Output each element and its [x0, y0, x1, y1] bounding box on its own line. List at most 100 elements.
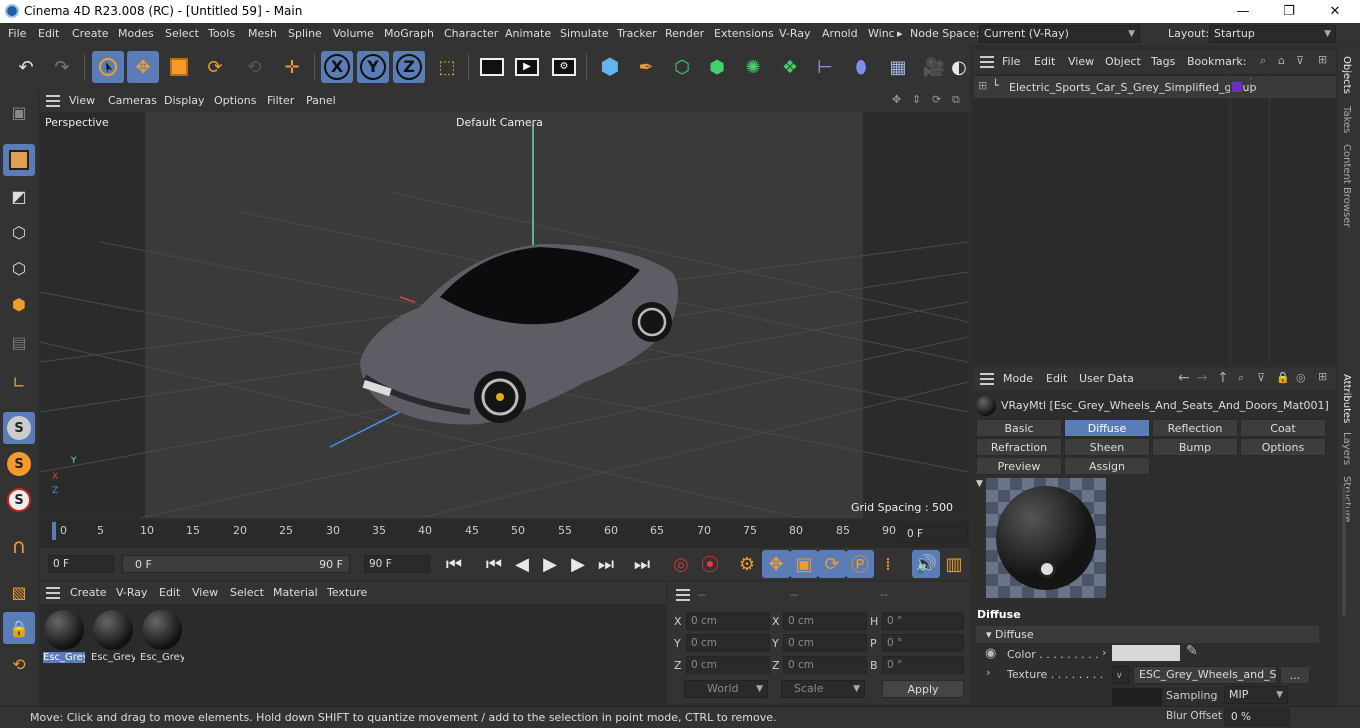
previous-frame-icon[interactable]: ◀ [508, 550, 536, 578]
filter-icon[interactable]: ⊽ [1257, 371, 1265, 384]
tab-reflection[interactable]: Reflection [1152, 419, 1238, 437]
lock-icon[interactable]: 🔒 [1276, 371, 1290, 384]
hamburger-icon[interactable] [980, 373, 994, 385]
dolly-view-icon[interactable]: ⇕ [912, 93, 921, 106]
hamburger-icon[interactable] [676, 589, 690, 601]
tab-sheen[interactable]: Sheen [1064, 438, 1150, 456]
light-icon[interactable]: ◐ [950, 51, 968, 83]
minimize-button[interactable]: — [1220, 0, 1266, 23]
uv-mode-icon[interactable]: ▤ [3, 326, 35, 358]
menu-mograph[interactable]: MoGraph [384, 27, 434, 40]
size-x-field[interactable]: 0 cm [783, 612, 867, 630]
object-menu-object[interactable]: Object [1105, 55, 1141, 68]
chevron-down-icon[interactable]: ▼ [976, 479, 983, 489]
material-item[interactable]: Esc_Grey [91, 610, 135, 666]
key-position-icon[interactable]: ✥ [762, 550, 790, 578]
new-panel-icon[interactable]: ⊞ [1318, 370, 1327, 383]
quantize-icon[interactable]: S [3, 484, 35, 516]
viewport-menu-view[interactable]: View [69, 94, 95, 107]
object-menu-file[interactable]: File [1002, 55, 1020, 68]
menu-spline[interactable]: Spline [288, 27, 322, 40]
sampling-select[interactable]: MIP ▼ [1224, 686, 1288, 704]
next-frame-icon[interactable]: ▶ [564, 550, 592, 578]
workplane-icon[interactable]: ▧ [3, 576, 35, 608]
viewport-menu-cameras[interactable]: Cameras [108, 94, 157, 107]
render-settings-icon[interactable]: ⚙ [548, 51, 580, 83]
menu-tracker[interactable]: Tracker [617, 27, 657, 40]
record-active-icon[interactable]: ◎ [667, 550, 695, 578]
snap-settings-icon[interactable]: S [3, 448, 35, 480]
field-icon[interactable]: ⬮ [845, 51, 877, 83]
hamburger-icon[interactable] [46, 587, 60, 599]
pan-view-icon[interactable]: ✥ [892, 93, 901, 106]
material-menu-create[interactable]: Create [70, 586, 107, 599]
play-icon[interactable]: ▶ [536, 550, 564, 578]
menu-mesh[interactable]: Mesh [248, 27, 277, 40]
material-menu-texture[interactable]: Texture [327, 586, 367, 599]
edges-mode-icon[interactable]: ⬡ [3, 252, 35, 284]
diffuse-group-header[interactable]: ▾ Diffuse [976, 626, 1319, 643]
model-mode-icon[interactable] [3, 144, 35, 176]
undo-icon[interactable]: ↶ [10, 51, 42, 83]
go-to-start-icon[interactable]: ⏮ [440, 550, 468, 578]
rotation-p-field[interactable]: 0 ° [882, 634, 964, 652]
render-picture-viewer-icon[interactable]: ▶ [511, 51, 543, 83]
tab-coat[interactable]: Coat [1240, 419, 1326, 437]
search-icon[interactable]: ⌕ [1260, 54, 1266, 68]
object-row[interactable]: ⊞ └ Electric_Sports_Car_S_Grey_Simplifie… [974, 76, 1336, 98]
workplane-align-icon[interactable]: ⟲ [3, 648, 35, 680]
previous-key-icon[interactable]: ⏮ [480, 550, 508, 578]
menu-arnold[interactable]: Arnold [822, 27, 858, 40]
object-name[interactable]: Electric_Sports_Car_S_Grey_Simplified_gr… [1009, 81, 1257, 94]
camera-icon[interactable]: 🎥 [918, 51, 950, 83]
tab-content-browser[interactable]: Content Browser [1341, 144, 1352, 227]
tab-assign[interactable]: Assign [1064, 457, 1150, 475]
transform-icon[interactable]: ✛ [276, 51, 308, 83]
menu-simulate[interactable]: Simulate [560, 27, 609, 40]
tab-bump[interactable]: Bump [1152, 438, 1238, 456]
tab-diffuse[interactable]: Diffuse [1064, 419, 1150, 437]
forward-arrow-icon[interactable]: → [1196, 370, 1208, 386]
texture-mode-icon[interactable]: ◩ [3, 180, 35, 212]
viewport-menu-options[interactable]: Options [214, 94, 256, 107]
search-icon[interactable]: ⌕ [1238, 371, 1244, 385]
floor-icon[interactable]: ▦ [882, 51, 914, 83]
tab-preview-settings[interactable]: Preview Settings [976, 457, 1062, 491]
recent-tools-icon[interactable]: ⟲ [238, 51, 270, 83]
object-menu-view[interactable]: View [1068, 55, 1094, 68]
points-mode-icon[interactable]: ⬡ [3, 216, 35, 248]
y-axis-lock-button[interactable]: Y [357, 51, 389, 83]
preview-range-slider[interactable]: 0 F 90 F [122, 555, 350, 573]
expand-icon[interactable]: ⊞ [978, 79, 987, 92]
tab-basic[interactable]: Basic [976, 419, 1062, 437]
keyframe-selection-icon[interactable]: ⚙ [733, 550, 761, 578]
timeline-ruler[interactable]: 0 5 10 15 20 25 30 35 40 45 50 55 60 65 … [40, 520, 970, 548]
lock-workplane-icon[interactable]: 🔒 [3, 612, 35, 644]
key-rotation-icon[interactable]: ⟳ [818, 550, 846, 578]
menu-window[interactable]: Winc [868, 27, 895, 40]
tab-takes[interactable]: Takes [1341, 106, 1352, 133]
key-pla-icon[interactable]: ⁞ [874, 550, 902, 578]
menu-volume[interactable]: Volume [333, 27, 374, 40]
hamburger-icon[interactable] [980, 56, 994, 68]
filter-icon[interactable]: ⊽ [1296, 54, 1304, 67]
start-frame-field[interactable]: 0 F [48, 555, 114, 573]
texture-more-button[interactable]: ... [1280, 666, 1310, 684]
current-frame-field[interactable]: 0 F [902, 525, 968, 543]
attribute-menu-mode[interactable]: Mode [1003, 372, 1033, 385]
key-scale-icon[interactable]: ▣ [790, 550, 818, 578]
autokey-icon[interactable]: ⦿ [696, 550, 724, 578]
axis-mode-icon[interactable]: ∟ [3, 366, 35, 398]
position-x-field[interactable]: 0 cm [686, 612, 770, 630]
scale-icon[interactable] [163, 51, 195, 83]
move-icon[interactable]: ✥ [127, 51, 159, 83]
size-z-field[interactable]: 0 cm [783, 656, 867, 674]
home-icon[interactable]: ⌂ [1278, 54, 1285, 67]
toggle-view-icon[interactable]: ⧉ [952, 93, 960, 107]
texture-shader-button[interactable]: ESC_Grey_Wheels_and_Seat [1133, 666, 1277, 684]
material-menu-material[interactable]: Material [273, 586, 318, 599]
render-view-icon[interactable] [476, 51, 508, 83]
pen-icon[interactable]: ✒ [630, 51, 662, 83]
back-arrow-icon[interactable]: ← [1178, 370, 1190, 386]
tab-refraction[interactable]: Refraction [976, 438, 1062, 456]
